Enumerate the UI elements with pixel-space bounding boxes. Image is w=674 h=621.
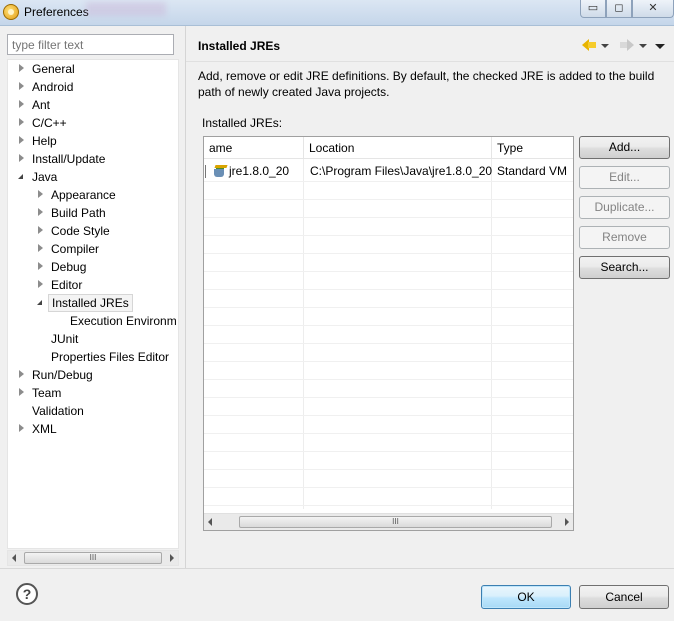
- ok-button[interactable]: OK: [481, 585, 571, 609]
- jre-name-cell: jre1.8.0_20: [229, 164, 290, 178]
- row-divider: [204, 307, 573, 308]
- preferences-sidebar: General Android Ant C/C++ Help Install/U…: [0, 26, 186, 568]
- cancel-button[interactable]: Cancel: [579, 585, 669, 609]
- minimize-button[interactable]: ▭: [580, 0, 606, 18]
- row-divider: [204, 379, 573, 380]
- row-divider: [204, 289, 573, 290]
- dialog-footer: ? OK Cancel: [0, 568, 674, 621]
- expand-arrow-icon[interactable]: [38, 226, 43, 234]
- row-divider: [204, 271, 573, 272]
- expand-arrow-icon[interactable]: [38, 244, 43, 252]
- window-title: Preferences: [24, 5, 89, 19]
- jre-library-icon: [212, 164, 228, 178]
- expand-arrow-icon[interactable]: [19, 388, 24, 396]
- row-checkbox[interactable]: [205, 165, 206, 178]
- row-divider: [204, 415, 573, 416]
- row-divider: [204, 505, 573, 506]
- scrollbar-thumb[interactable]: III: [239, 516, 552, 528]
- row-divider: [204, 253, 573, 254]
- add-button[interactable]: Add...: [579, 136, 670, 159]
- back-history-dropdown-icon[interactable]: [601, 44, 609, 48]
- close-window-button[interactable]: ✕: [632, 0, 674, 18]
- expand-arrow-icon[interactable]: [19, 424, 24, 432]
- expand-arrow-icon[interactable]: [38, 280, 43, 288]
- scroll-left-arrow-icon[interactable]: [12, 554, 16, 562]
- page-navigation: [582, 38, 672, 54]
- row-divider: [204, 199, 573, 200]
- expand-arrow-icon[interactable]: [19, 82, 24, 90]
- row-divider: [204, 433, 573, 434]
- column-divider: [491, 159, 492, 509]
- scroll-right-arrow-icon[interactable]: [170, 554, 174, 562]
- collapse-arrow-icon[interactable]: [37, 300, 42, 305]
- forward-history-dropdown-icon[interactable]: [639, 44, 647, 48]
- row-divider: [204, 325, 573, 326]
- row-divider: [204, 217, 573, 218]
- preference-tree[interactable]: General Android Ant C/C++ Help Install/U…: [7, 59, 179, 549]
- page-description: Add, remove or edit JRE definitions. By …: [198, 69, 655, 99]
- row-divider: [204, 469, 573, 470]
- column-divider: [303, 159, 304, 509]
- column-header-name[interactable]: ame: [204, 137, 304, 159]
- expand-arrow-icon[interactable]: [19, 136, 24, 144]
- scroll-right-arrow-icon[interactable]: [565, 518, 569, 526]
- row-divider: [204, 487, 573, 488]
- remove-button[interactable]: Remove: [579, 226, 670, 249]
- title-bar: Preferences ▭ ◻ ✕: [0, 0, 674, 26]
- expand-arrow-icon[interactable]: [38, 208, 43, 216]
- search-button[interactable]: Search...: [579, 256, 670, 279]
- scrollbar-thumb[interactable]: III: [24, 552, 162, 564]
- duplicate-button[interactable]: Duplicate...: [579, 196, 670, 219]
- back-arrow-icon[interactable]: [582, 39, 596, 51]
- expand-arrow-icon[interactable]: [38, 190, 43, 198]
- view-menu-icon[interactable]: [655, 44, 665, 49]
- table-horizontal-scrollbar[interactable]: III: [204, 513, 573, 530]
- column-header-location[interactable]: Location: [304, 137, 492, 159]
- installed-jres-label: Installed JREs:: [202, 116, 283, 130]
- expand-arrow-icon[interactable]: [19, 118, 24, 126]
- forward-arrow-icon[interactable]: [620, 39, 634, 51]
- expand-arrow-icon[interactable]: [19, 64, 24, 72]
- row-divider: [204, 343, 573, 344]
- maximize-button[interactable]: ◻: [606, 0, 632, 18]
- row-divider: [204, 181, 573, 182]
- page-title: Installed JREs: [198, 39, 281, 53]
- expand-arrow-icon[interactable]: [19, 100, 24, 108]
- jre-type-cell: Standard VM: [497, 164, 568, 178]
- scroll-left-arrow-icon[interactable]: [208, 518, 212, 526]
- row-divider: [204, 361, 573, 362]
- collapse-arrow-icon[interactable]: [18, 174, 23, 179]
- expand-arrow-icon[interactable]: [38, 262, 43, 270]
- help-icon[interactable]: ?: [16, 583, 38, 605]
- header-divider: [186, 61, 674, 62]
- table-header: ame Location Type: [204, 137, 573, 159]
- row-divider: [204, 235, 573, 236]
- installed-jres-table[interactable]: ame Location Type jre1.8.0_20 C:\Program…: [203, 136, 574, 531]
- filter-input[interactable]: [7, 34, 174, 55]
- expand-arrow-icon[interactable]: [19, 154, 24, 162]
- row-divider: [204, 451, 573, 452]
- expand-arrow-icon[interactable]: [19, 370, 24, 378]
- eclipse-app-icon: [3, 4, 19, 20]
- sidebar-horizontal-scrollbar[interactable]: III: [7, 550, 179, 566]
- preference-page: Installed JREs Add, remove or edit JRE d…: [186, 26, 674, 568]
- title-blur-overlay: [86, 2, 166, 16]
- table-row[interactable]: jre1.8.0_20 C:\Program Files\Java\jre1.8…: [204, 161, 573, 181]
- jre-location-cell: C:\Program Files\Java\jre1.8.0_20: [310, 164, 493, 178]
- column-header-type[interactable]: Type: [492, 137, 573, 159]
- edit-button[interactable]: Edit...: [579, 166, 670, 189]
- row-divider: [204, 397, 573, 398]
